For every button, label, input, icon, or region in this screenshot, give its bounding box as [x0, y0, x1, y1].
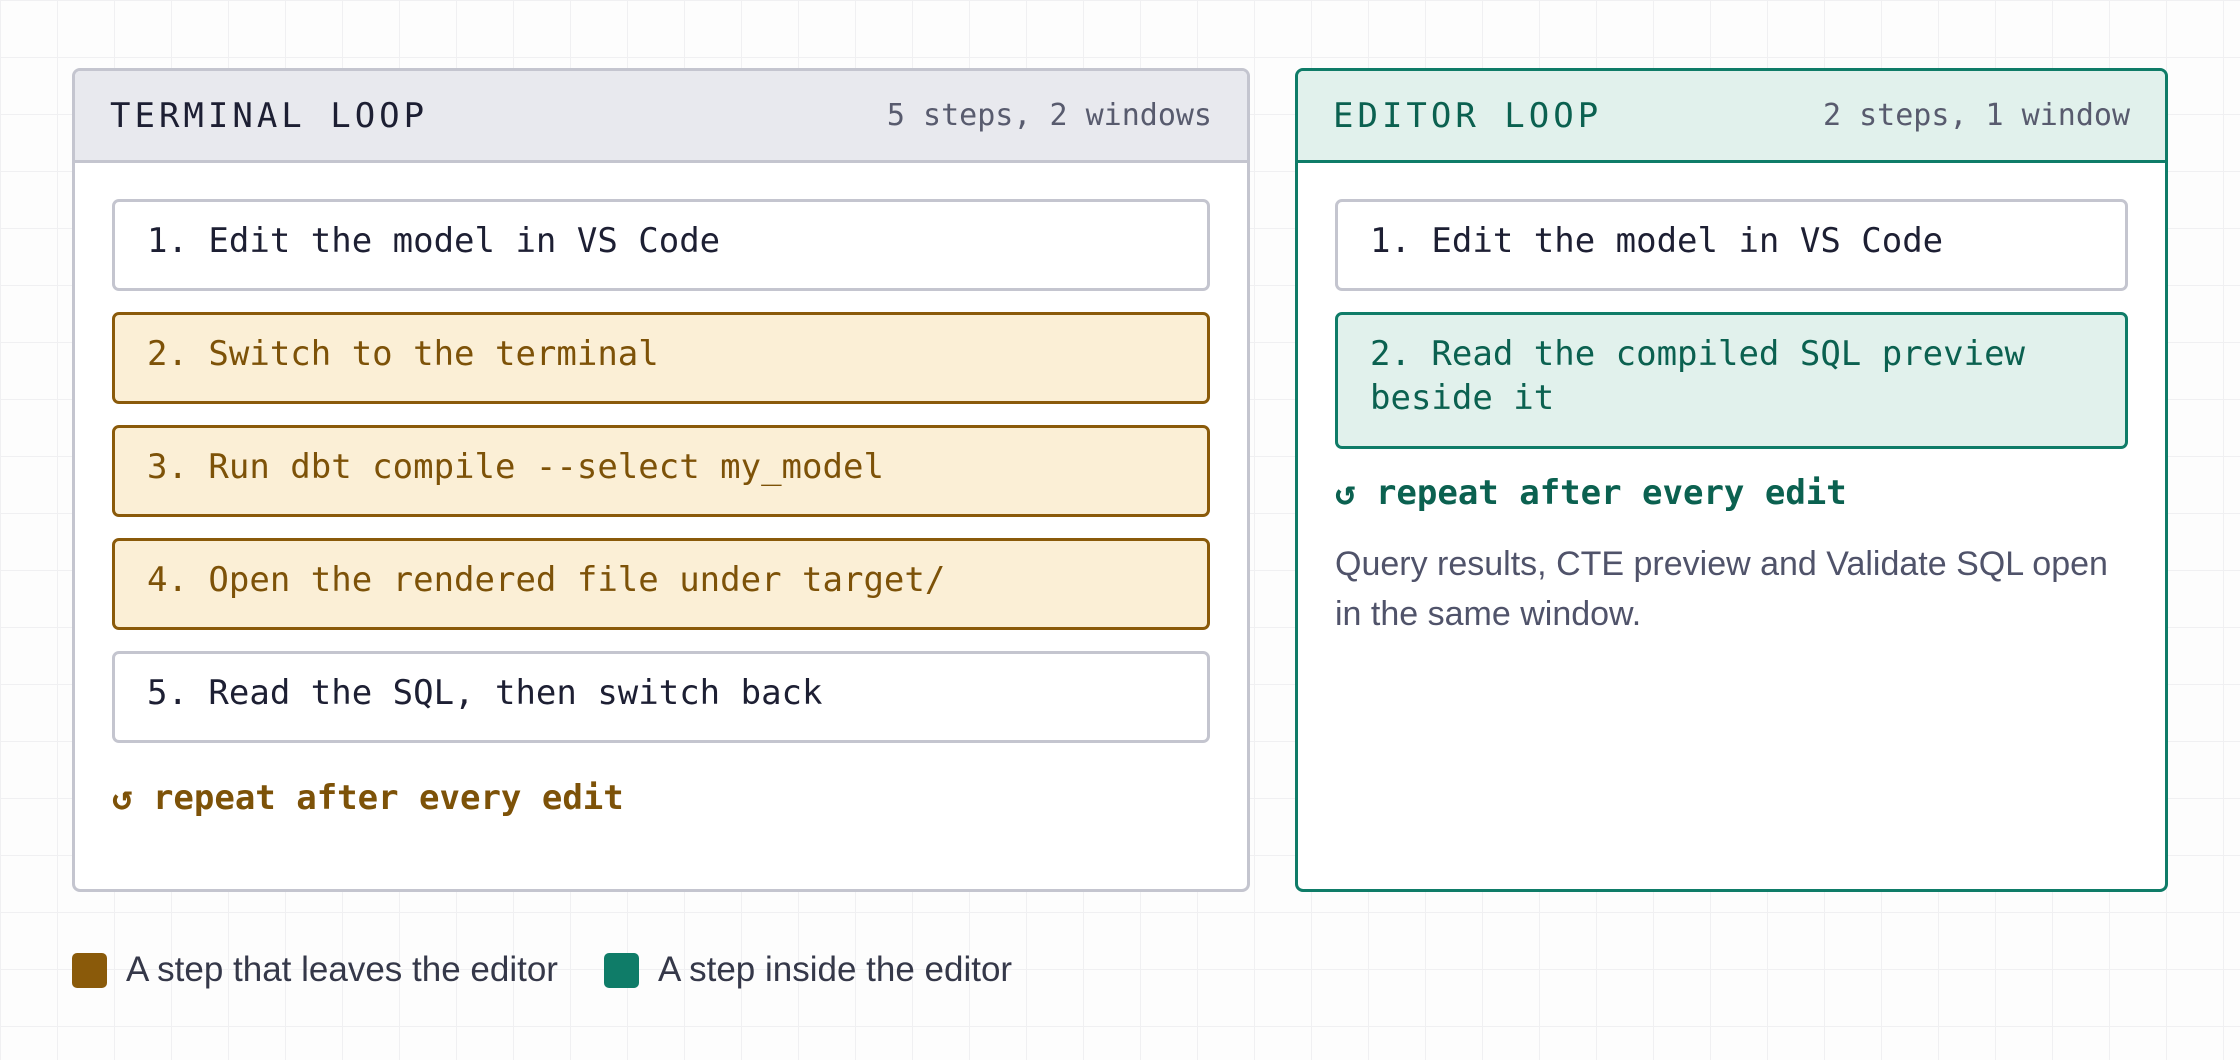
terminal-loop-title: TERMINAL LOOP	[110, 95, 429, 136]
editor-step-1: 1. Edit the model in VS Code	[1335, 199, 2128, 291]
terminal-loop-steps: 1. Edit the model in VS Code 2. Switch t…	[75, 163, 1247, 818]
legend-label-leaves-editor: A step that leaves the editor	[126, 950, 558, 989]
editor-repeat-label: ↺ repeat after every edit	[1335, 473, 1847, 513]
legend-label-inside-editor: A step inside the editor	[657, 950, 1013, 989]
legend-swatch-inside-editor	[603, 952, 639, 988]
editor-step-2: 2. Read the compiled SQL preview beside …	[1335, 312, 2128, 449]
terminal-step-3: 3. Run dbt compile --select my_model	[112, 425, 1210, 517]
editor-loop-panel: EDITOR LOOP 2 steps, 1 window 1. Edit th…	[1295, 68, 2168, 892]
editor-loop-steps: 1. Edit the model in VS Code 2. Read the…	[1298, 163, 2165, 639]
editor-loop-header: EDITOR LOOP 2 steps, 1 window	[1298, 71, 2165, 163]
legend-item-inside-editor: A step inside the editor	[603, 950, 1013, 990]
terminal-step-2: 2. Switch to the terminal	[112, 312, 1210, 404]
legend: A step that leaves the editor A step ins…	[72, 950, 1058, 990]
editor-loop-title: EDITOR LOOP	[1333, 95, 1603, 136]
editor-loop-note: Query results, CTE preview and Validate …	[1335, 545, 2108, 633]
terminal-loop-header: TERMINAL LOOP 5 steps, 2 windows	[75, 71, 1247, 163]
terminal-step-5: 5. Read the SQL, then switch back	[112, 651, 1210, 743]
terminal-step-1: 1. Edit the model in VS Code	[112, 199, 1210, 291]
terminal-step-4: 4. Open the rendered file under target/	[112, 538, 1210, 630]
legend-swatch-leaves-editor	[72, 952, 107, 988]
terminal-repeat-label: ↺ repeat after every edit	[112, 778, 624, 818]
terminal-loop-panel: TERMINAL LOOP 5 steps, 2 windows 1. Edit…	[72, 68, 1250, 892]
legend-item-leaves-editor: A step that leaves the editor	[72, 950, 558, 990]
editor-loop-meta: 2 steps, 1 window	[1822, 98, 2130, 133]
terminal-loop-meta: 5 steps, 2 windows	[886, 98, 1212, 133]
